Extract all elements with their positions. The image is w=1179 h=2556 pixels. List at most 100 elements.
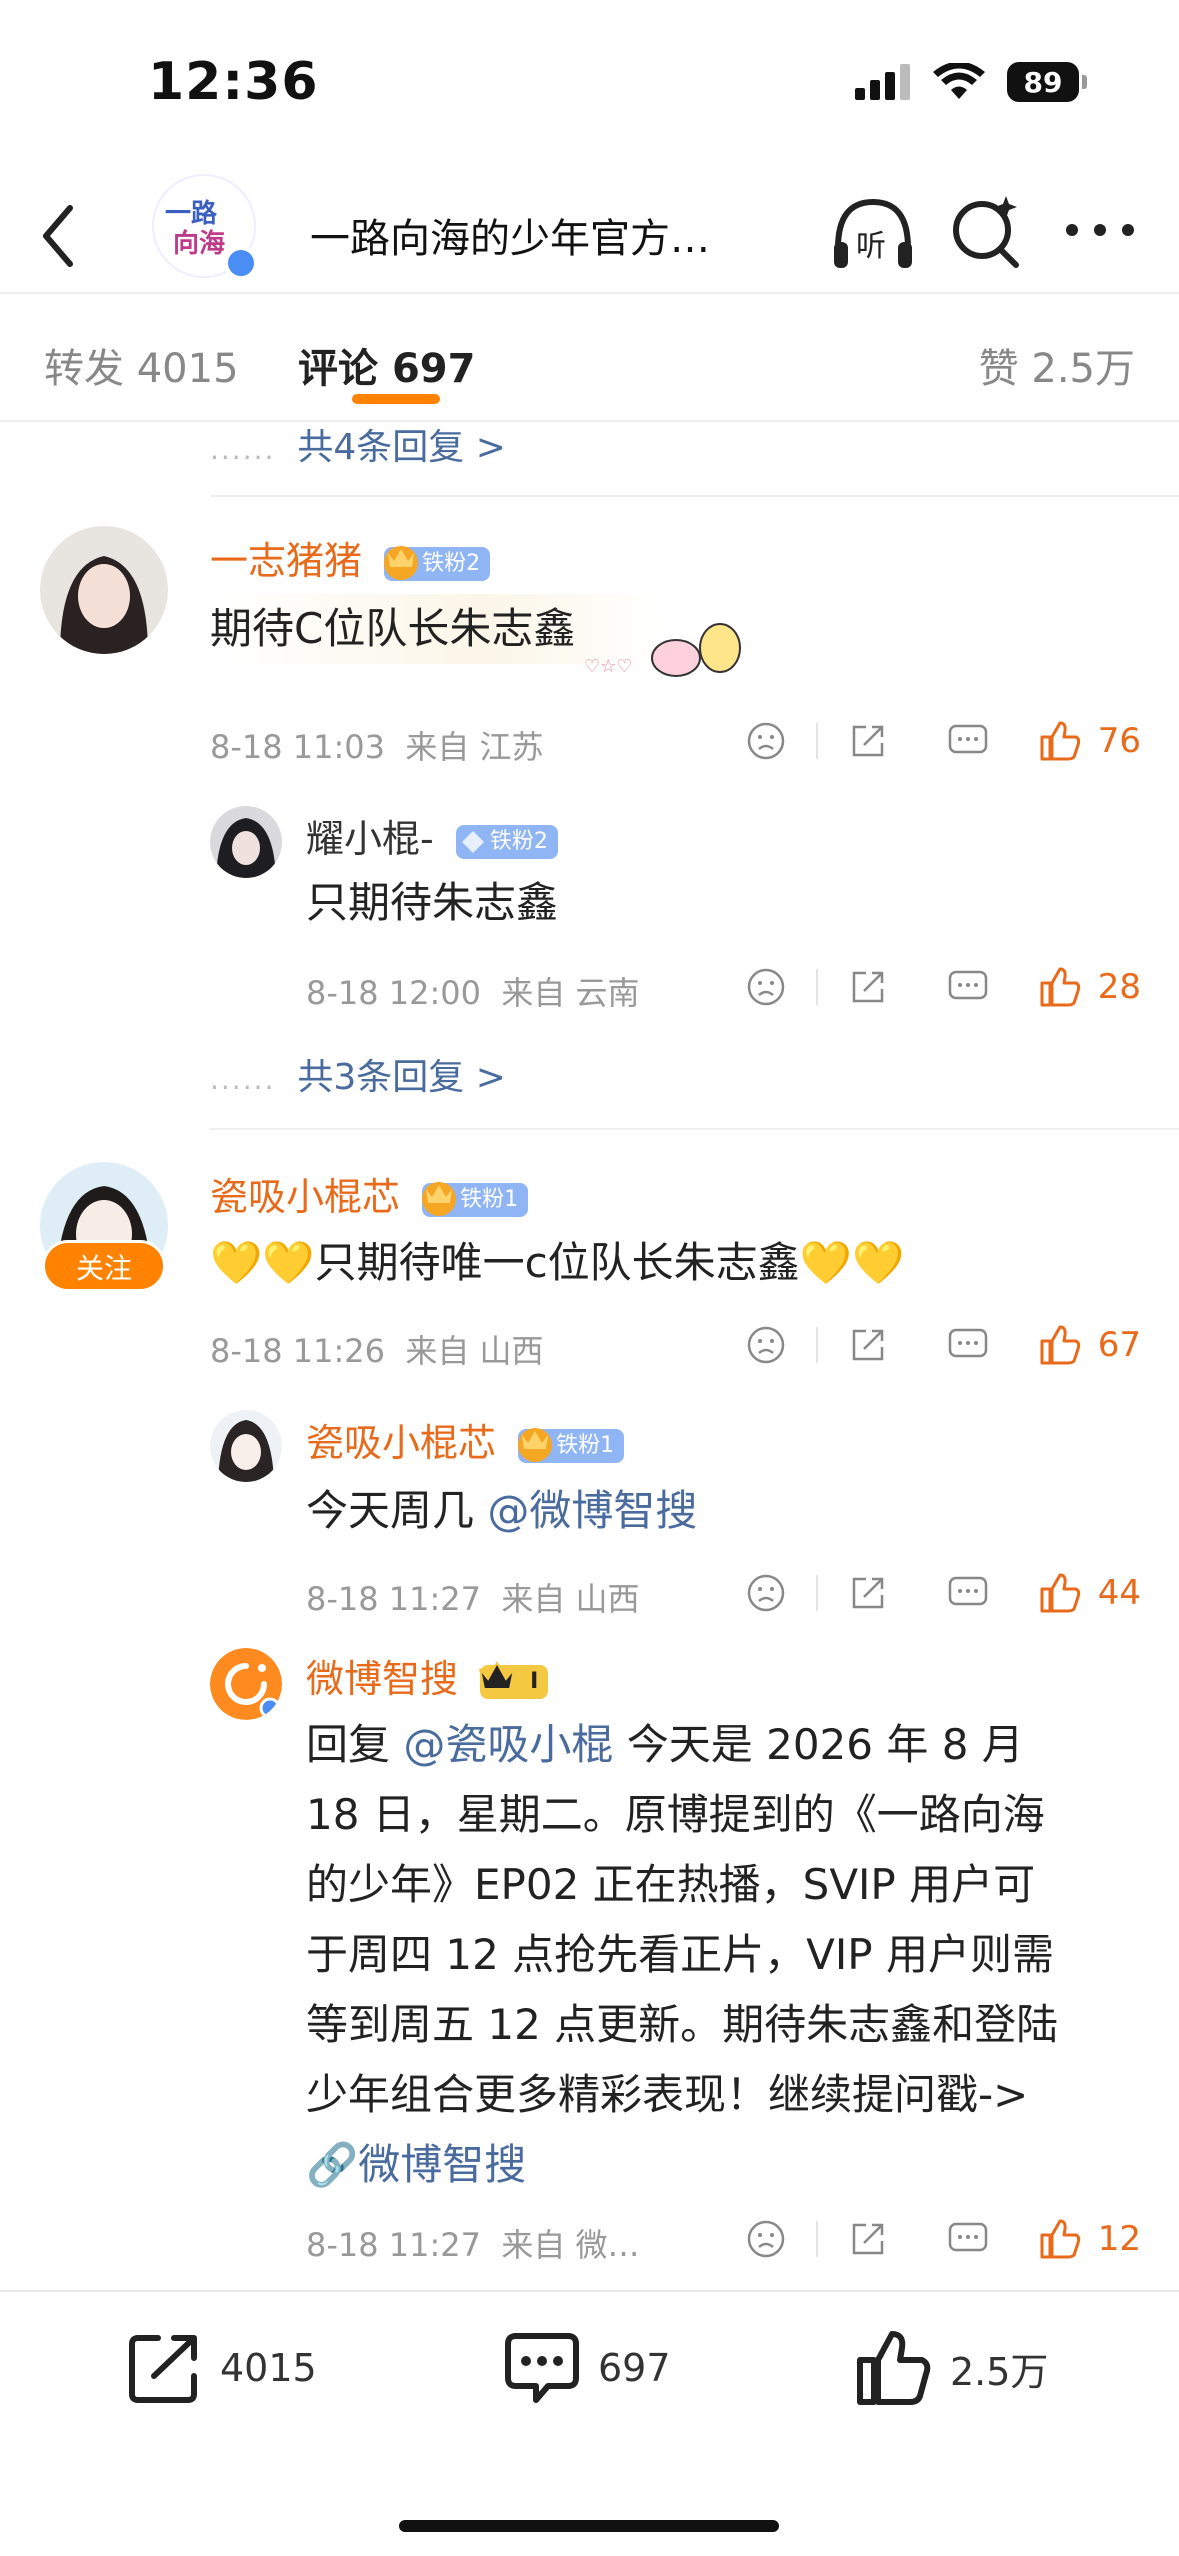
reply-button[interactable] (918, 962, 1018, 1012)
reply-meta: 8-18 11:27 来自 山西 (306, 1580, 640, 1618)
username[interactable]: 一志猪猪 铁粉2 (210, 530, 491, 585)
frown-icon (747, 722, 784, 760)
dislike-button[interactable] (716, 1320, 816, 1370)
tab-repost[interactable]: 转发 4015 (44, 336, 239, 394)
repost-icon (129, 2335, 197, 2403)
svg-text:向海: 向海 (173, 228, 225, 259)
bottom-repost-button[interactable]: 4015 (124, 2328, 317, 2408)
crown-icon (384, 545, 419, 580)
bottom-like-button[interactable]: 2.5万 (854, 2328, 1048, 2408)
like-button[interactable]: 44 (1038, 1571, 1141, 1615)
fan-badge: 铁粉2 (384, 545, 491, 581)
like-button[interactable]: 12 (1038, 2217, 1141, 2261)
more-replies-link[interactable]: ...... 共3条回复 > (210, 1048, 506, 1100)
link-icon: 🔗 (306, 2140, 359, 2189)
share-button[interactable] (818, 1568, 918, 1618)
reply-actions: 44 (716, 1568, 1141, 1618)
comment-meta: 8-18 11:03 来自 江苏 (210, 728, 544, 766)
share-icon (852, 1577, 883, 1609)
top-nav: 一路 向海 一路向海的少年官方… 听 (0, 160, 1179, 290)
status-time: 12:36 (148, 52, 319, 112)
reply-meta: 8-18 12:00 来自 云南 (306, 974, 640, 1012)
share-icon (852, 971, 883, 1003)
comment-text: 💛💛只期待唯一c位队长朱志鑫💛💛 (210, 1238, 905, 1287)
comment-icon (948, 2222, 987, 2252)
username[interactable]: 微博智搜 I (306, 1648, 549, 1703)
reply-button[interactable] (918, 1320, 1018, 1370)
ai-search-link[interactable]: 🔗微博智搜 (306, 2130, 1136, 2200)
share-button[interactable] (818, 2214, 918, 2264)
share-button[interactable] (818, 1320, 918, 1370)
like-button[interactable]: 76 (1038, 719, 1141, 763)
comment-icon (948, 1328, 987, 1358)
pig-chick-sticker: ♡☆♡ (584, 623, 741, 677)
reply-text: 今天周几 @微博智搜 (306, 1486, 698, 1535)
bottom-comment-button[interactable]: 697 (502, 2328, 671, 2408)
crown-icon (518, 1427, 553, 1462)
reply-text: 回复 @瓷吸小棍 今天是 2026 年 8 月 18 日，星期二。原博提到的《一… (306, 1710, 1136, 2200)
avatar[interactable] (210, 806, 282, 878)
avatar[interactable] (210, 1410, 282, 1482)
svg-text:♡☆♡: ♡☆♡ (584, 656, 632, 677)
status-bar: 12:36 89 (0, 0, 1179, 160)
tab-bar: 转发 4015 评论 697 赞 2.5万 (0, 292, 1179, 422)
frown-icon (747, 1574, 784, 1612)
username[interactable]: 瓷吸小棍芯 铁粉1 (210, 1166, 529, 1221)
divider (210, 495, 1179, 497)
dislike-button[interactable] (716, 2214, 816, 2264)
reply-button[interactable] (918, 716, 1018, 766)
comment-meta: 8-18 11:26 来自 山西 (210, 1332, 544, 1370)
wifi-icon (933, 63, 985, 99)
reply-actions: 28 (716, 962, 1141, 1012)
dislike-button[interactable] (716, 716, 816, 766)
mention-link[interactable]: @瓷吸小棍 (403, 1720, 613, 1769)
dislike-button[interactable] (716, 1568, 816, 1618)
page-title[interactable]: 一路向海的少年官方… (310, 206, 710, 264)
more-replies-link[interactable]: ...... 共4条回复 > (210, 418, 506, 470)
back-icon[interactable] (30, 196, 90, 276)
diamond-icon (461, 830, 484, 853)
thumbs-up-icon (1040, 721, 1080, 761)
dislike-button[interactable] (716, 962, 816, 1012)
follow-button[interactable]: 关注 (42, 1240, 166, 1292)
share-icon (852, 2223, 883, 2255)
thumbs-up-icon (1040, 967, 1080, 1007)
frown-icon (747, 2220, 784, 2258)
reply-button[interactable] (918, 2214, 1018, 2264)
tab-indicator (352, 394, 440, 404)
divider (210, 1128, 1179, 1130)
comment-icon (948, 724, 987, 754)
search-ai-icon[interactable] (946, 190, 1026, 270)
username[interactable]: 耀小棍- 铁粉2 (306, 808, 558, 863)
frown-icon (747, 968, 784, 1006)
share-icon (852, 725, 883, 757)
crown-icon (422, 1181, 457, 1216)
thumbs-up-icon (1040, 2219, 1080, 2259)
frown-icon (747, 1326, 784, 1364)
tab-comments[interactable]: 评论 697 (298, 336, 475, 394)
mention-link[interactable]: @微博智搜 (487, 1486, 697, 1535)
reply-meta: 8-18 11:27 来自 微… (306, 2226, 640, 2264)
status-icons: 89 (855, 62, 1087, 102)
tab-likes[interactable]: 赞 2.5万 (979, 336, 1135, 394)
crown-icon (479, 1660, 516, 1690)
like-button[interactable]: 67 (1038, 1323, 1141, 1367)
share-button[interactable] (818, 962, 918, 1012)
signal-icon (855, 64, 910, 100)
reply-button[interactable] (918, 1568, 1018, 1618)
thumbs-up-icon (1040, 1573, 1080, 1613)
home-indicator (399, 2520, 779, 2532)
listen-icon[interactable]: 听 (830, 192, 916, 278)
member-badge: I (479, 1660, 549, 1699)
fan-badge: 铁粉1 (518, 1427, 625, 1463)
reply-actions: 12 (716, 2214, 1141, 2264)
username[interactable]: 瓷吸小棍芯 铁粉1 (306, 1412, 625, 1467)
more-icon[interactable] (1060, 210, 1140, 250)
account-avatar[interactable]: 一路 向海 (152, 174, 262, 284)
share-button[interactable] (818, 716, 918, 766)
avatar[interactable] (210, 1648, 282, 1720)
avatar[interactable] (40, 526, 168, 654)
thumbs-up-icon (857, 2331, 931, 2405)
bottom-action-bar: 4015 697 2.5万 (0, 2290, 1179, 2556)
like-button[interactable]: 28 (1038, 965, 1141, 1009)
